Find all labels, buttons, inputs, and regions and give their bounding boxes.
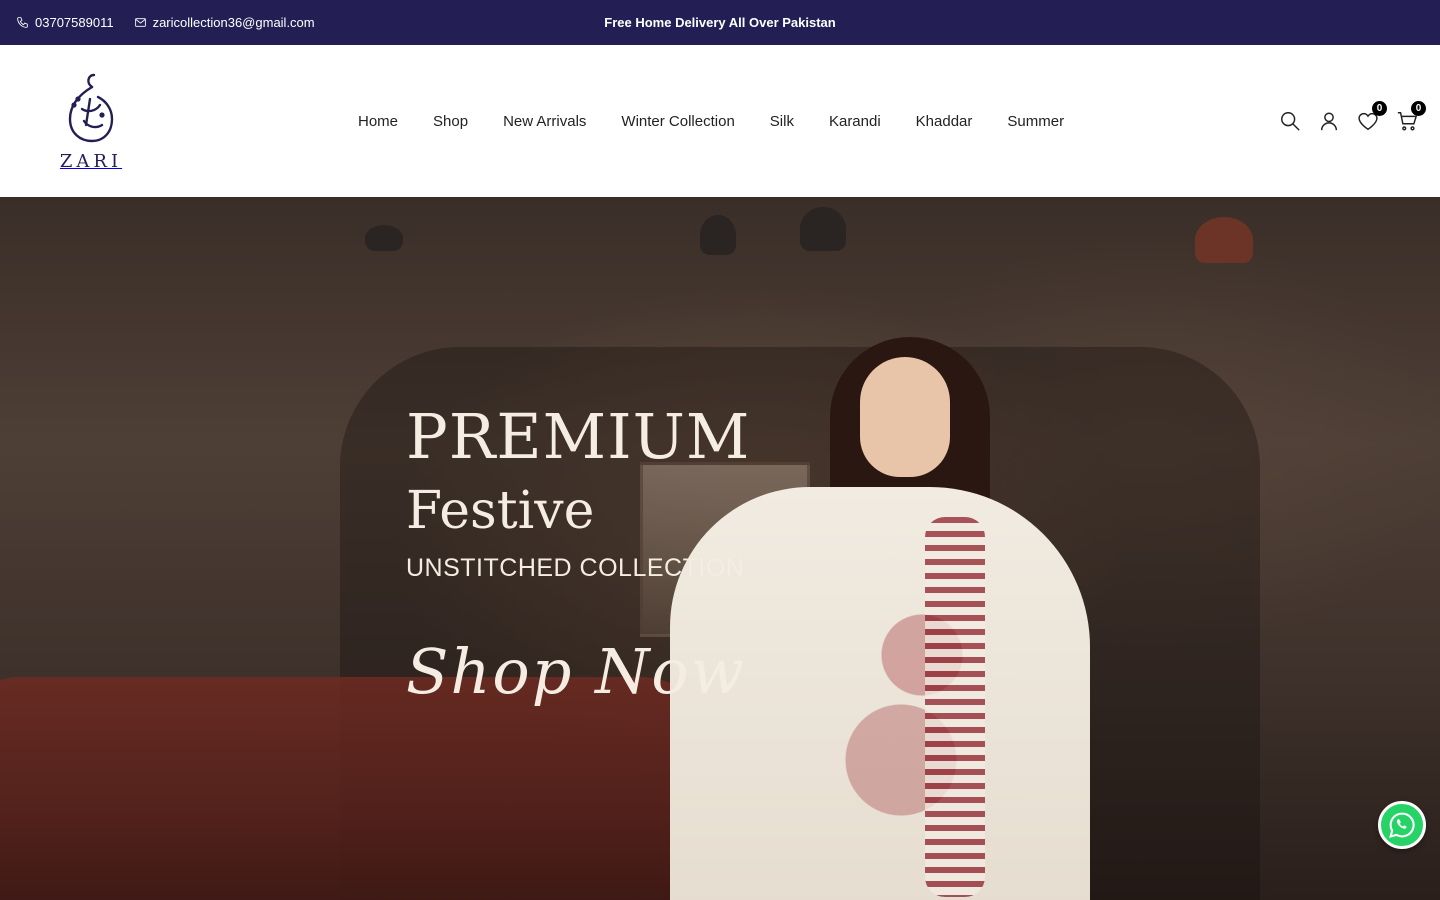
whatsapp-icon bbox=[1389, 812, 1415, 838]
nav-winter-collection[interactable]: Winter Collection bbox=[621, 113, 734, 130]
hero-sofa bbox=[0, 677, 720, 900]
hero-text-block: PREMIUM Festive UNSTITCHED COLLECTION Sh… bbox=[406, 400, 751, 709]
wishlist-count-badge: 0 bbox=[1372, 101, 1387, 116]
account-icon bbox=[1320, 112, 1338, 131]
mail-icon bbox=[134, 18, 146, 27]
announcement-bar: 03707589011 zaricollection36@gmail.com F… bbox=[0, 0, 1440, 45]
hero-subheadline: Festive bbox=[406, 481, 595, 541]
logo-mark bbox=[68, 73, 114, 143]
model-face bbox=[860, 357, 950, 477]
main-nav: Home Shop New Arrivals Winter Collection… bbox=[358, 45, 1064, 197]
hero-headline: PREMIUM bbox=[406, 400, 751, 473]
nav-silk[interactable]: Silk bbox=[770, 113, 794, 130]
search-icon bbox=[1281, 112, 1300, 131]
hero-banner: PREMIUM Festive UNSTITCHED COLLECTION Sh… bbox=[0, 197, 1440, 900]
account-button[interactable] bbox=[1318, 110, 1340, 132]
nav-karandi[interactable]: Karandi bbox=[829, 113, 881, 130]
phone-link[interactable]: 03707589011 bbox=[16, 15, 114, 30]
dress-embroidery bbox=[925, 517, 985, 897]
nav-shop[interactable]: Shop bbox=[433, 113, 468, 130]
brand-logo[interactable]: ZARI bbox=[56, 69, 126, 175]
header-actions: 0 0 bbox=[1279, 45, 1426, 197]
shop-now-button[interactable]: Shop Now bbox=[406, 635, 750, 708]
hanging-lamp bbox=[1195, 217, 1253, 263]
contact-info: 03707589011 zaricollection36@gmail.com bbox=[16, 0, 315, 45]
site-header: ZARI Home Shop New Arrivals Winter Colle… bbox=[0, 45, 1440, 197]
whatsapp-chat-button[interactable] bbox=[1378, 801, 1426, 849]
nav-summer[interactable]: Summer bbox=[1007, 113, 1064, 130]
nav-new-arrivals[interactable]: New Arrivals bbox=[503, 113, 586, 130]
brand-wordmark: ZARI bbox=[59, 151, 123, 172]
nav-home[interactable]: Home bbox=[358, 113, 398, 130]
wishlist-button[interactable]: 0 bbox=[1357, 101, 1387, 132]
cart-button[interactable]: 0 bbox=[1396, 101, 1426, 132]
email-link[interactable]: zaricollection36@gmail.com bbox=[134, 15, 315, 30]
nav-khaddar[interactable]: Khaddar bbox=[916, 113, 973, 130]
hanging-lamp bbox=[800, 207, 846, 251]
search-button[interactable] bbox=[1279, 110, 1301, 132]
hanging-lamp bbox=[700, 215, 736, 255]
phone-icon bbox=[17, 17, 28, 28]
hanging-lamp bbox=[365, 225, 403, 251]
email-address: zaricollection36@gmail.com bbox=[152, 15, 315, 30]
hero-tagline: UNSTITCHED COLLECTION bbox=[406, 554, 745, 582]
cart-count-badge: 0 bbox=[1411, 101, 1426, 116]
phone-number: 03707589011 bbox=[35, 15, 114, 30]
